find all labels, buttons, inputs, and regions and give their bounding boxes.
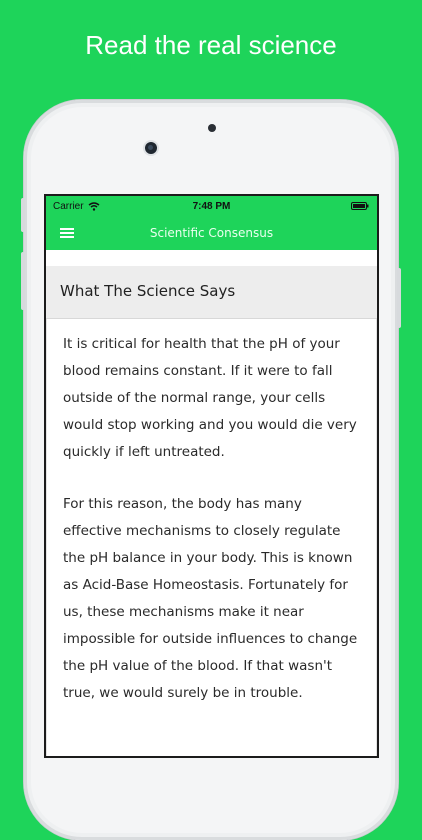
status-bar: Carrier 7:48 PM — [46, 196, 377, 216]
phone-side-button-left-mid — [21, 252, 25, 310]
promo-headline: Read the real science — [85, 30, 337, 60]
nav-title: Scientific Consensus — [149, 226, 274, 240]
phone-side-button-right — [397, 268, 401, 328]
content-top-spacer — [46, 250, 377, 266]
card-body[interactable]: It is critical for health that the pH of… — [46, 319, 377, 756]
phone-sensor-icon — [208, 124, 216, 132]
front-camera-icon — [145, 142, 157, 154]
phone-side-button-left-top — [21, 198, 25, 232]
battery-icon — [351, 202, 369, 210]
nav-bar: Scientific Consensus — [46, 216, 377, 250]
card-paragraph-1: It is critical for health that the pH of… — [63, 336, 357, 460]
status-time: 7:48 PM — [192, 201, 231, 212]
app-screen: Carrier 7:48 PM Scientific Consensus Wha… — [46, 196, 377, 756]
card-paragraph-2: For this reason, the body has many effec… — [63, 496, 358, 701]
card-header: What The Science Says — [46, 266, 377, 319]
card-title: What The Science Says — [60, 282, 236, 300]
